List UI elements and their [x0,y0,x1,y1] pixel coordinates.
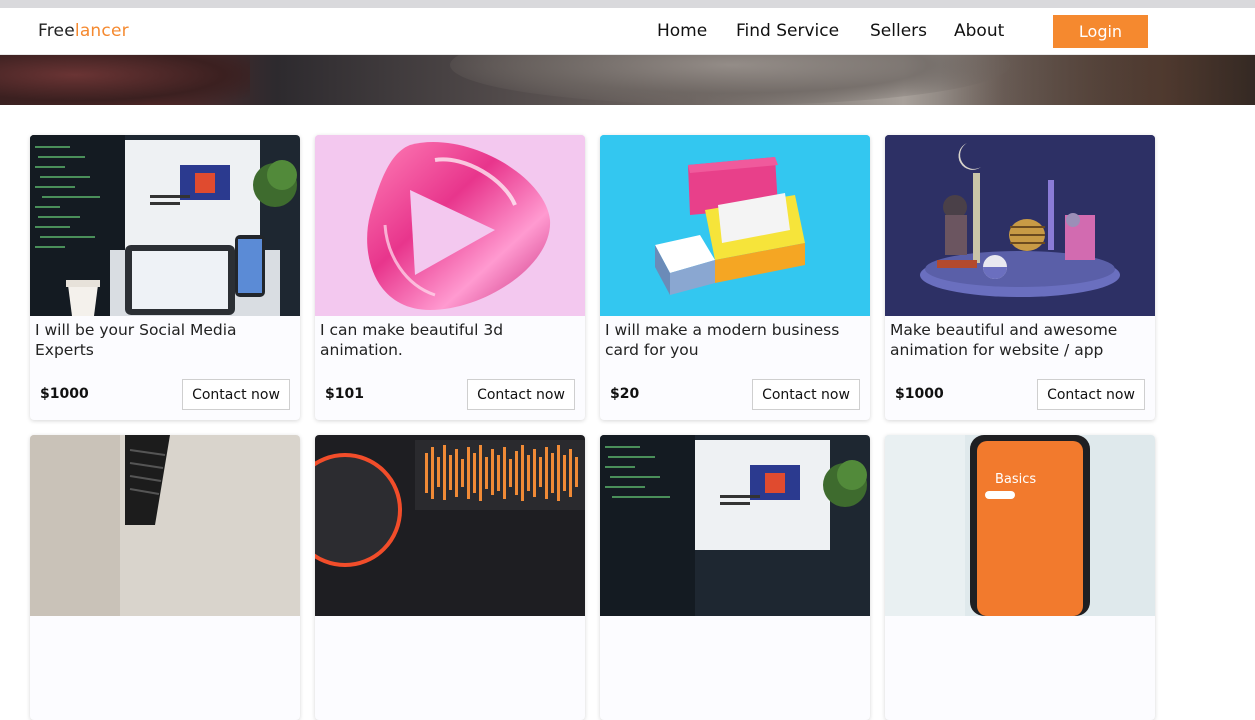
card-price: $1000 [895,386,944,402]
phone-screen-text: Basics [995,472,1036,487]
nav-find-service[interactable]: Find Service [736,21,839,41]
3d-ring-image [315,135,585,316]
audio-editing-image [315,435,585,616]
desk-monitor-image [600,435,870,616]
service-card[interactable] [30,435,300,720]
service-card[interactable]: Make beautiful and awesome animation for… [885,135,1155,420]
card-price: $1000 [40,386,89,402]
contact-now-button[interactable]: Contact now [1037,379,1145,410]
contact-now-button[interactable]: Contact now [752,379,860,410]
card-title[interactable]: I will make a modern business card for y… [605,321,867,360]
card-price: $20 [610,386,640,402]
brand-logo[interactable]: Freelancer [38,21,129,41]
business-cards-image [600,135,870,316]
card-title[interactable]: I will be your Social Media Experts [35,321,297,360]
brand-name-part1: Free [38,21,75,41]
service-card[interactable]: I can make beautiful 3d animation. $101 … [315,135,585,420]
3d-scene-image [885,135,1155,316]
nav-about[interactable]: About [954,21,1004,41]
contact-now-button[interactable]: Contact now [182,379,290,410]
brand-name-part2: lancer [74,21,129,41]
microphone-image [30,435,300,616]
phone-app-image: Basics [885,435,1155,616]
service-card[interactable]: Basics [885,435,1155,720]
contact-now-button[interactable]: Contact now [467,379,575,410]
card-title[interactable]: I can make beautiful 3d animation. [320,321,582,360]
card-title[interactable]: Make beautiful and awesome animation for… [890,321,1152,360]
hero-banner [0,55,1255,105]
browser-top-strip [0,0,1255,8]
navbar: Freelancer Home Find Service Sellers Abo… [0,8,1255,55]
nav-sellers[interactable]: Sellers [870,21,927,41]
service-card[interactable]: I will make a modern business card for y… [600,135,870,420]
desk-monitor-image [30,135,300,316]
login-button[interactable]: Login [1053,15,1148,48]
nav-home[interactable]: Home [657,21,707,41]
service-card[interactable] [315,435,585,720]
service-card[interactable] [600,435,870,720]
card-price: $101 [325,386,364,402]
service-card[interactable]: I will be your Social Media Experts $100… [30,135,300,420]
